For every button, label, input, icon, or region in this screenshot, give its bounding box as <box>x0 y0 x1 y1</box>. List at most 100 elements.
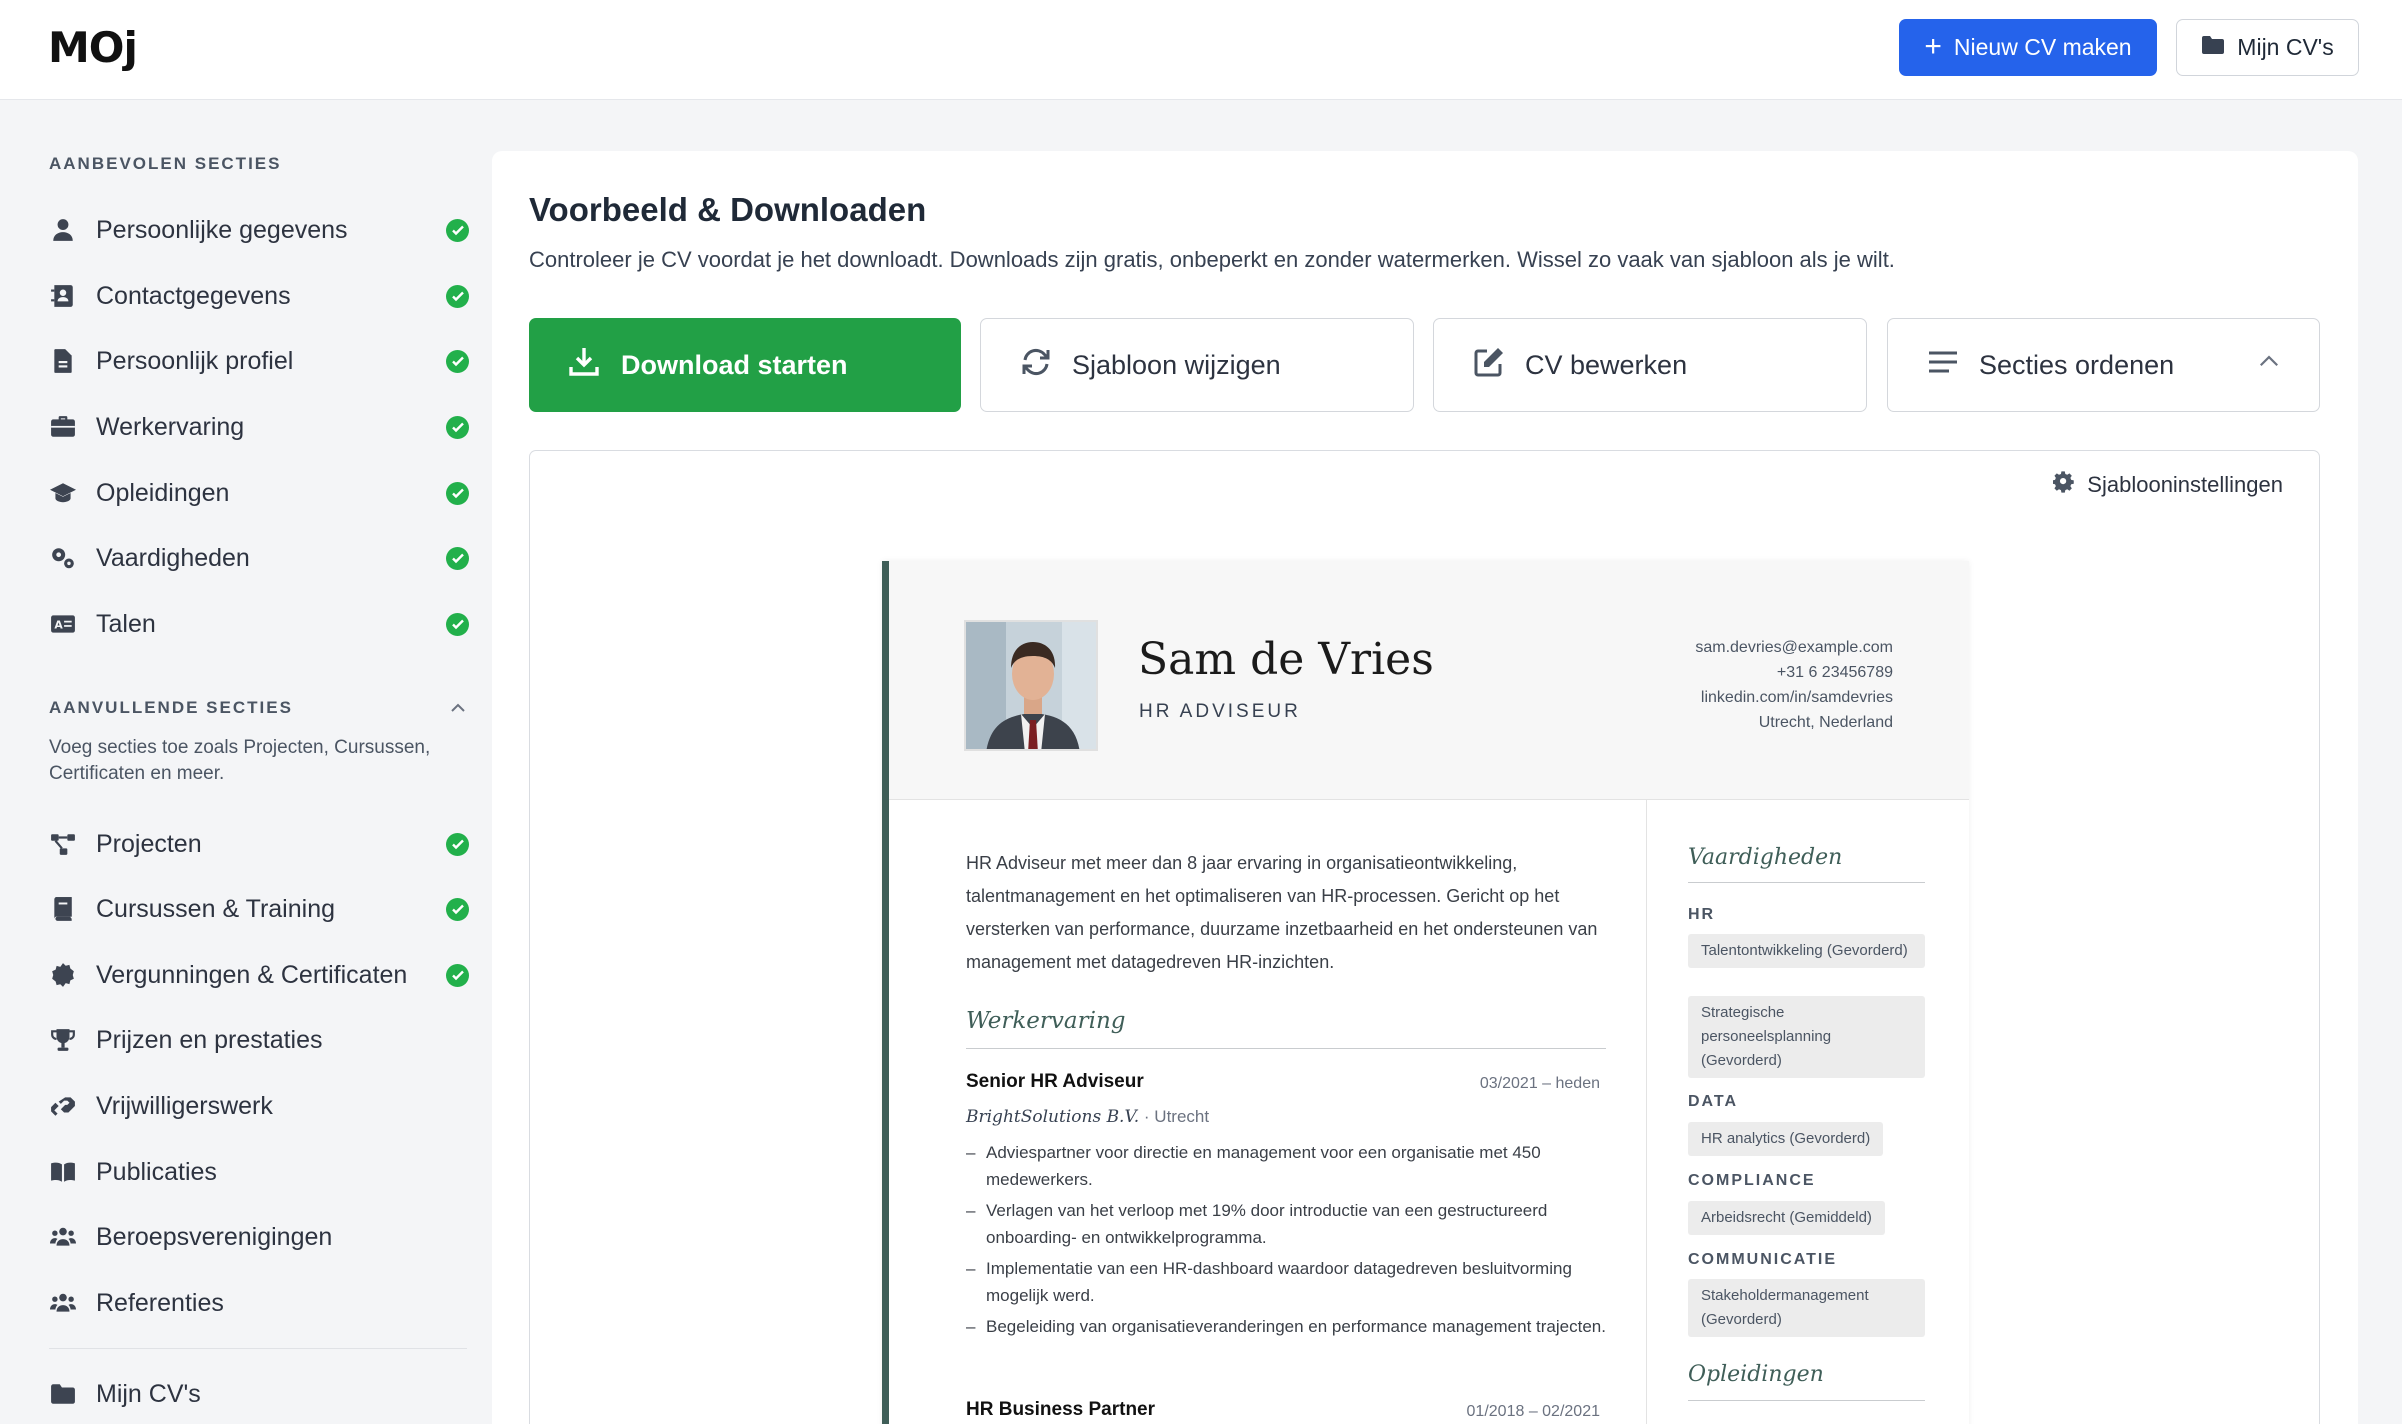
additional-sections-description: Voeg secties toe zoals Projecten, Cursus… <box>49 737 431 784</box>
sidebar-item-projecten[interactable]: Projecten <box>49 822 469 866</box>
top-header: MOjCV + Nieuw CV maken Mijn CV's <box>0 0 2402 1424</box>
sidebar-item-persoonlijk-profiel[interactable]: Persoonlijk profiel <box>49 339 469 383</box>
download-icon <box>567 345 601 386</box>
sidebar-divider <box>49 1348 467 1349</box>
check-icon <box>446 218 469 242</box>
check-icon <box>446 612 469 636</box>
contact-phone: +31 6 23456789 <box>1776 664 1893 681</box>
certificate-icon <box>49 961 77 989</box>
skill-chip: Arbeidsrecht (Gemiddeld) <box>1688 1201 1885 1235</box>
edit-cv-button[interactable]: CV bewerken <box>1433 318 1867 412</box>
sidebar-item-vaardigheden[interactable]: Vaardigheden <box>49 536 469 580</box>
folder-icon <box>49 1380 77 1408</box>
check-icon <box>446 415 469 439</box>
skill-category: COMMUNICATIE <box>1688 1251 1838 1268</box>
sidebar-item-werkervaring[interactable]: Werkervaring <box>49 405 469 449</box>
template-settings-button[interactable]: Sjablooninstellingen <box>2052 471 2283 499</box>
users-group-icon <box>49 1223 77 1251</box>
skill-category: COMPLIANCE <box>1688 1172 1816 1189</box>
book-icon <box>49 895 77 923</box>
graduation-cap-icon <box>49 479 77 507</box>
check-icon <box>446 832 469 856</box>
check-icon <box>446 284 469 308</box>
open-book-icon <box>49 1158 77 1186</box>
contact-email: sam.devries@example.com <box>1695 639 1893 656</box>
sidebar: AANBEVOLEN SECTIES Persoonlijke gegevens… <box>0 101 490 1424</box>
cv-role: HR ADVISEUR <box>1139 701 1301 722</box>
additional-sections-title: AANVULLENDE SECTIES <box>49 698 293 717</box>
sidebar-item-opleidingen[interactable]: Opleidingen <box>49 471 469 515</box>
language-icon: A <box>49 610 77 638</box>
profile-photo <box>964 620 1098 751</box>
gear-icon <box>2052 471 2075 499</box>
my-cvs-button[interactable]: Mijn CV's <box>2176 19 2359 76</box>
new-cv-button[interactable]: + Nieuw CV maken <box>1899 19 2157 76</box>
sync-icon <box>1019 345 1053 386</box>
job-company: BrightSolutions B.V. · Utrecht <box>966 1107 1210 1127</box>
sidebar-item-persoonlijke-gegevens[interactable]: Persoonlijke gegevens <box>49 208 469 252</box>
hands-helping-icon <box>49 1092 77 1120</box>
check-icon <box>446 897 469 921</box>
check-icon <box>446 963 469 987</box>
cv-heading-rule <box>1688 882 1925 883</box>
users-icon <box>49 1289 77 1317</box>
gears-icon <box>49 544 77 572</box>
cv-education-heading: Opleidingen <box>1688 1362 1824 1387</box>
project-diagram-icon <box>49 830 77 858</box>
contact-location: Utrecht, Nederland <box>1758 714 1893 731</box>
skill-chip: Strategische personeelsplanning (Gevorde… <box>1688 996 1925 1078</box>
chevron-up-icon <box>2255 348 2283 383</box>
cv-summary: HR Adviseur met meer dan 8 jaar ervaring… <box>966 853 1598 972</box>
contact-card-icon <box>49 282 77 310</box>
cv-document: Sam de Vries HR ADVISEUR sam.devries@exa… <box>882 561 1969 1424</box>
user-icon <box>49 216 77 244</box>
sidebar-item-contactgegevens[interactable]: Contactgegevens <box>49 274 469 318</box>
sidebar-item-talen[interactable]: A Talen <box>49 602 469 646</box>
sidebar-item-prijzen[interactable]: Prijzen en prestaties <box>49 1018 469 1062</box>
sidebar-item-vrijwilligerswerk[interactable]: Vrijwilligerswerk <box>49 1084 469 1128</box>
skill-chip: Stakeholdermanagement (Gevorderd) <box>1688 1279 1925 1337</box>
skill-chip: Talentontwikkeling (Gevorderd) <box>1688 934 1925 968</box>
change-template-button[interactable]: Sjabloon wijzigen <box>980 318 1414 412</box>
order-sections-button[interactable]: Secties ordenen <box>1887 318 2320 412</box>
folder-icon <box>2201 34 2225 61</box>
sidebar-item-beroepsverenigingen[interactable]: Beroepsverenigingen <box>49 1215 469 1259</box>
document-icon <box>49 347 77 375</box>
skill-chip: HR analytics (Gevorderd) <box>1688 1122 1884 1156</box>
cv-column-divider <box>1646 800 1647 1424</box>
skill-category: DATA <box>1688 1093 1739 1110</box>
job-bullet: Implementatie van een HR-dashboard waard… <box>966 1255 1606 1309</box>
sidebar-item-referenties[interactable]: Referenties <box>49 1281 469 1325</box>
job-dates: 03/2021 – heden <box>1479 1075 1600 1092</box>
job-title: Senior HR Adviseur <box>966 1071 1144 1092</box>
contact-linkedin: linkedin.com/in/samdevries <box>1700 689 1893 706</box>
cv-heading-rule <box>1688 1400 1925 1401</box>
cv-accent-bar <box>882 561 889 1424</box>
cv-heading-rule <box>966 1048 1606 1049</box>
sidebar-item-publicaties[interactable]: Publicaties <box>49 1150 469 1194</box>
list-icon <box>1926 345 1960 386</box>
skill-category: HR <box>1688 906 1716 923</box>
briefcase-icon <box>49 413 77 441</box>
edit-icon <box>1472 345 1506 386</box>
sidebar-item-vergunningen[interactable]: Vergunningen & Certificaten <box>49 953 469 997</box>
job-bullets: Adviespartner voor directie en managemen… <box>966 1139 1606 1344</box>
svg-text:A: A <box>54 618 63 631</box>
check-icon <box>446 349 469 373</box>
cv-header: Sam de Vries HR ADVISEUR sam.devries@exa… <box>889 561 1969 800</box>
cv-contact: sam.devries@example.com +31 6 23456789 l… <box>1695 635 1893 735</box>
check-icon <box>446 481 469 505</box>
job-bullet: Begeleiding van organisatieveranderingen… <box>966 1313 1606 1340</box>
sidebar-item-cursussen[interactable]: Cursussen & Training <box>49 887 469 931</box>
download-button[interactable]: Download starten <box>529 318 961 412</box>
check-icon <box>446 546 469 570</box>
job-bullet: Verlagen van het verloop met 19% door in… <box>966 1197 1606 1251</box>
logo[interactable]: MOjCV <box>48 24 2017 1424</box>
sidebar-item-mijn-cvs[interactable]: Mijn CV's <box>49 1372 469 1416</box>
cv-skills-heading: Vaardigheden <box>1688 845 1843 870</box>
job-title: HR Business Partner <box>966 1399 1156 1420</box>
cv-experience-heading: Werkervaring <box>966 1008 1126 1034</box>
recommended-sections-title: AANBEVOLEN SECTIES <box>49 154 282 173</box>
page-subtitle: Controleer je CV voordat je het download… <box>529 247 1895 272</box>
chevron-up-icon[interactable] <box>447 697 469 719</box>
